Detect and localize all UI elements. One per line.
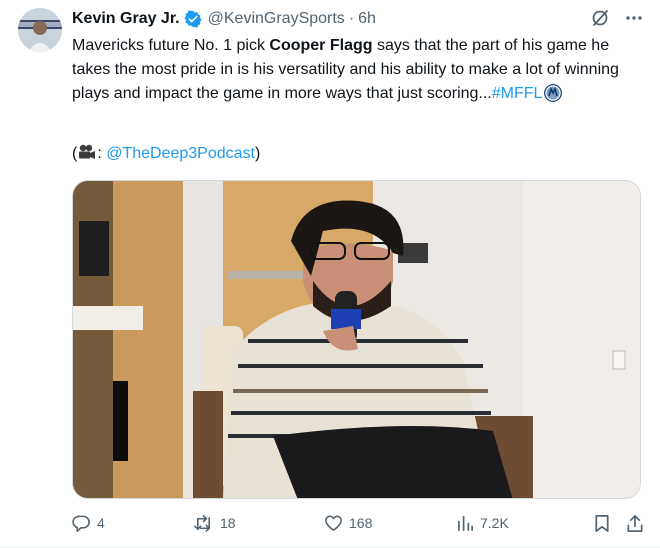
- more-icon[interactable]: [624, 8, 644, 33]
- repost-count: 18: [220, 515, 236, 531]
- verified-badge-icon: [184, 10, 202, 28]
- repost-button[interactable]: 18: [193, 514, 324, 533]
- like-button[interactable]: 168: [324, 514, 457, 532]
- separator-dot: ·: [348, 10, 355, 27]
- tweet-text: Mavericks future No. 1 pick Cooper Flagg…: [72, 34, 642, 110]
- credit-close: ): [255, 145, 261, 162]
- avatar[interactable]: [18, 8, 62, 52]
- credit-line: ( : @TheDeep3Podcast): [72, 142, 260, 169]
- author-name[interactable]: Kevin Gray Jr.: [72, 10, 180, 28]
- reply-button[interactable]: 4: [72, 514, 193, 533]
- credit-handle-link[interactable]: @TheDeep3Podcast: [106, 145, 255, 162]
- like-count: 168: [349, 515, 373, 531]
- reply-count: 4: [97, 515, 105, 531]
- bookmark-icon: [595, 514, 609, 532]
- tweet-actions: 4 18 168 7.2K: [72, 510, 644, 536]
- hashtag-link[interactable]: #MFFL: [492, 85, 543, 102]
- view-count: 7.2K: [480, 515, 509, 531]
- post-time[interactable]: 6h: [358, 10, 376, 28]
- heart-icon: [325, 515, 342, 531]
- author-handle[interactable]: @KevinGraySports: [208, 10, 345, 28]
- tweet-text-part: Mavericks future No. 1 pick: [72, 37, 270, 54]
- tweet-card[interactable]: Kevin Gray Jr. @KevinGraySports · 6h Mav…: [0, 0, 660, 548]
- video-media[interactable]: [72, 180, 641, 499]
- movie-camera-icon: [77, 143, 97, 169]
- tweet-text-bold: Cooper Flagg: [269, 37, 373, 54]
- credit-suffix: :: [97, 145, 107, 162]
- repost-icon: [194, 514, 211, 532]
- mavericks-logo-icon: [544, 84, 563, 110]
- bookmark-button[interactable]: [594, 514, 610, 533]
- reply-icon: [72, 515, 90, 532]
- video-thumbnail: [73, 181, 640, 498]
- share-button[interactable]: [626, 514, 644, 533]
- views-icon: [458, 515, 473, 531]
- grok-icon[interactable]: [590, 8, 610, 33]
- share-icon: [627, 514, 643, 532]
- views-button[interactable]: 7.2K: [457, 515, 590, 532]
